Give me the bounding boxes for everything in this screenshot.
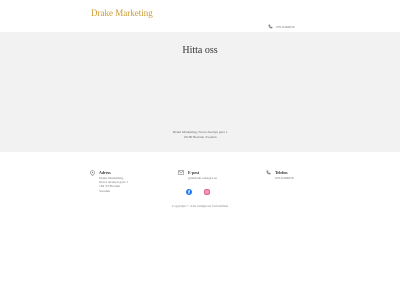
footer-address-line: Sweden	[99, 188, 111, 193]
site-footer: Adress Drake Marketing, Norra Avenyn gat…	[0, 152, 400, 300]
footer-phone-title: Telefon	[275, 170, 288, 175]
phone-icon	[266, 170, 271, 175]
footer-address-title: Adress	[99, 170, 111, 175]
hero-address: Drake Marketing, Norra Avenyn gata 1 161…	[0, 130, 400, 139]
header-phone[interactable]: 070-0484656	[268, 24, 295, 29]
footer-phone-link[interactable]: 070-0484656	[275, 176, 294, 180]
footer-email-block: E-post grundade.oska@1.se	[178, 170, 217, 180]
copyright-notice: Copyright © Alla rättigheter förbehållna	[171, 204, 229, 208]
email-icon	[178, 170, 184, 175]
facebook-icon[interactable]	[186, 189, 192, 195]
footer-email-title: E-post	[188, 170, 200, 175]
page-title: Hitta oss	[182, 45, 218, 56]
instagram-icon[interactable]	[204, 189, 210, 195]
footer-email-link[interactable]: grundade.oska@1.se	[188, 176, 217, 180]
find-us-section: Hitta oss Drake Marketing, Norra Avenyn …	[0, 32, 400, 152]
location-pin-icon	[90, 170, 95, 176]
brand-logo-text[interactable]: Drake Marketing	[91, 8, 153, 18]
footer-phone-block: Telefon 070-0484656	[266, 170, 294, 180]
footer-address-block: Adress Drake Marketing, Norra Avenyn gat…	[90, 170, 128, 193]
site-header: Drake Marketing 070-0484656	[0, 0, 400, 32]
social-links	[186, 189, 210, 195]
hero-address-line-2: 16180 Borrisk, Sweden	[183, 134, 217, 139]
header-phone-number: 070-0484656	[276, 24, 295, 29]
phone-icon	[268, 24, 273, 29]
